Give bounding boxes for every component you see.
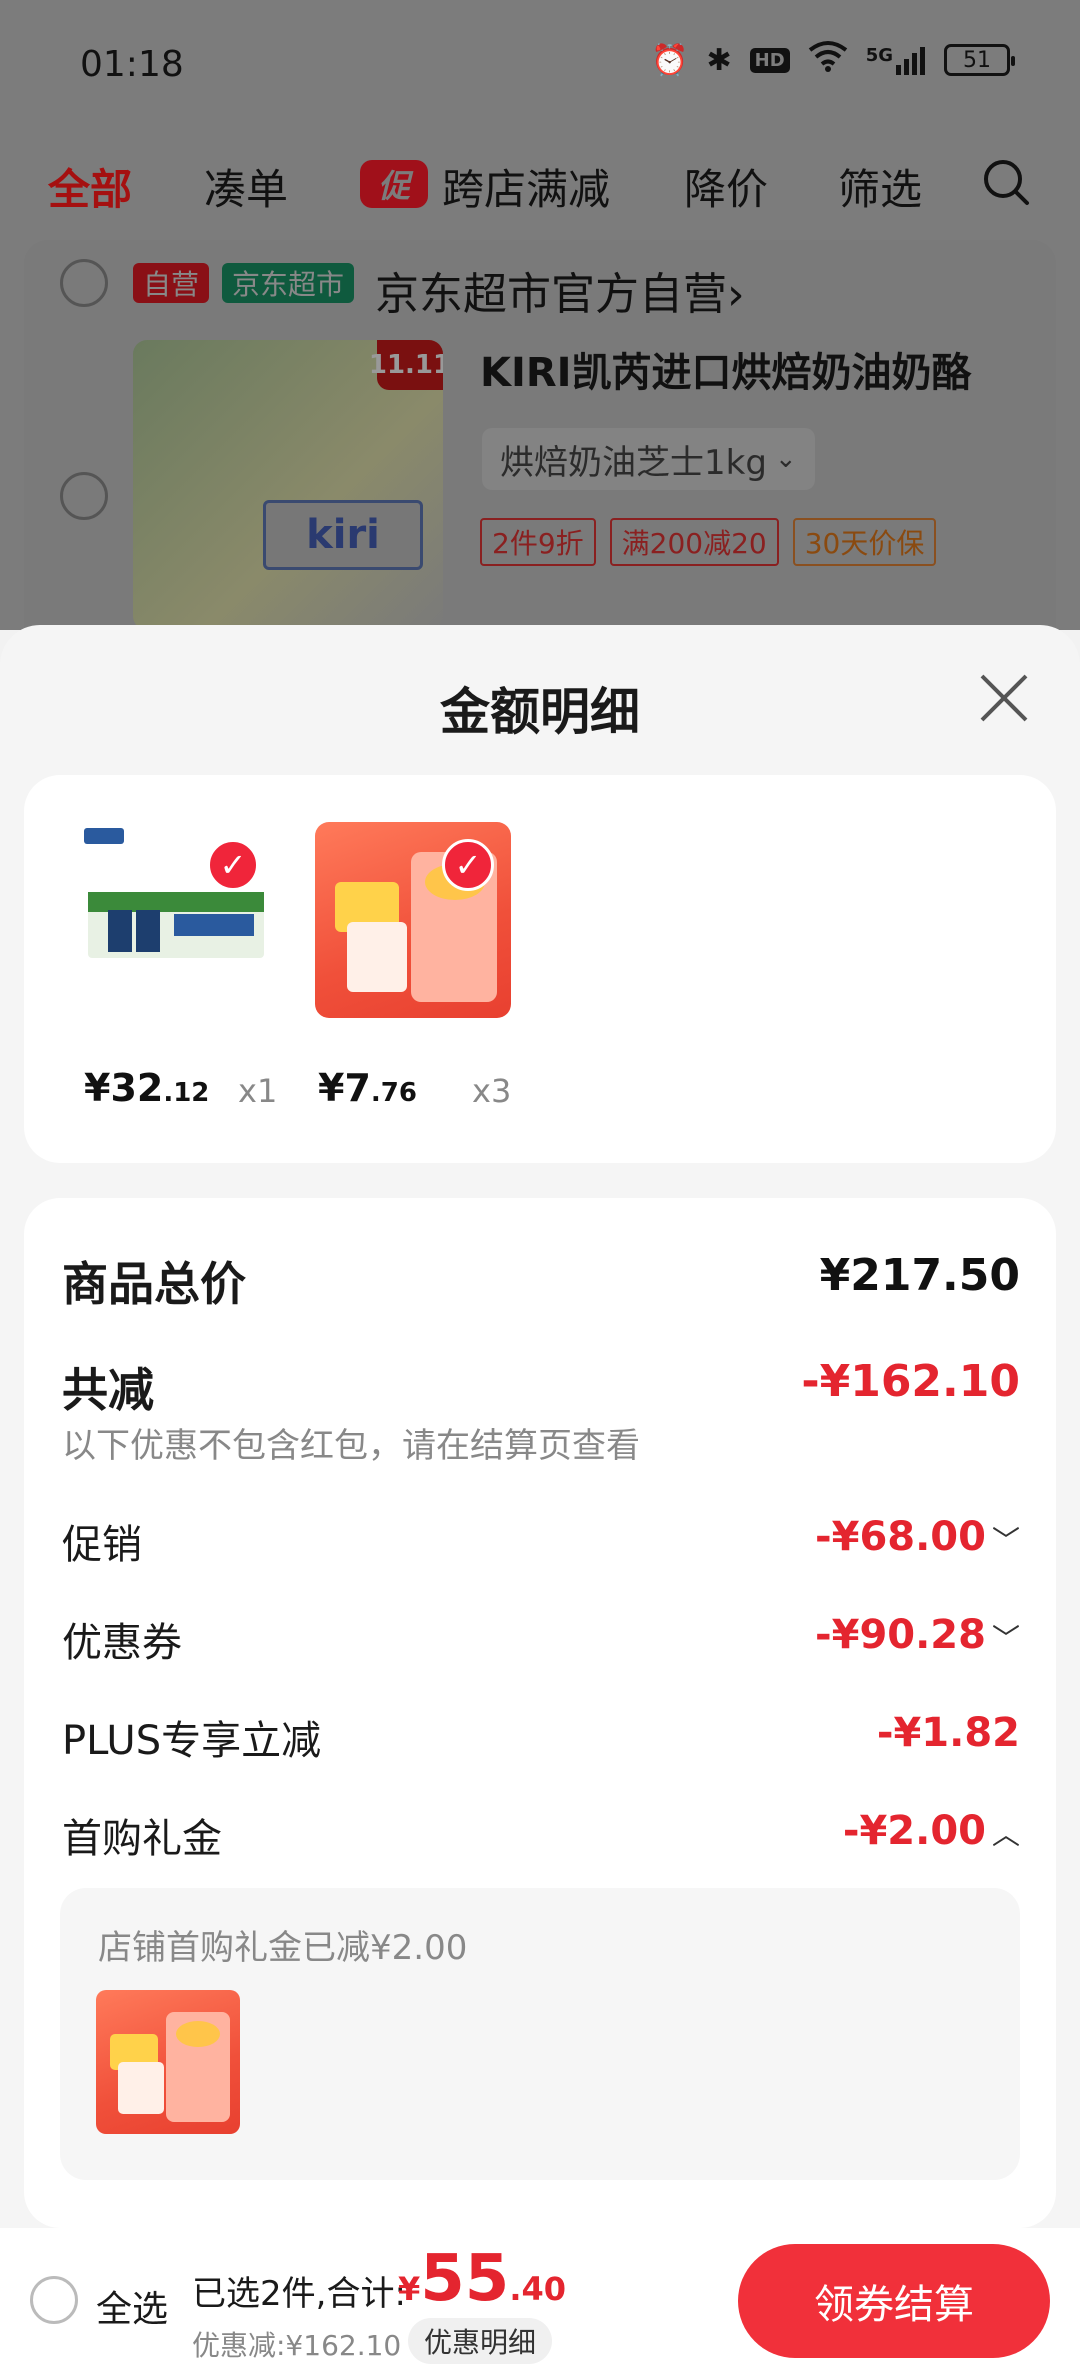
item-price-int: ¥7 [318,1066,371,1110]
discount-hint: 以下优惠不包含红包，请在结算页查看 [62,1426,640,1466]
discount-summary: 优惠减:¥162.10 [192,2329,402,2362]
tab-filter[interactable]: 筛选 [838,156,922,217]
tab-bundle[interactable]: 凑单 [204,156,288,217]
first-purchase-gift-label: 首购礼金 [62,1816,222,1862]
selected-count-text: 已选2件,合计: [192,2274,406,2314]
item-price-dec: .76 [370,1078,417,1108]
coupon-value[interactable]: -¥90.28 ﹀ [815,1612,1020,1658]
chevron-up-icon: ︿ [991,1818,1020,1851]
promotion-amount: -¥68.00 [815,1514,986,1560]
hd-icon: HD [749,47,790,73]
plus-discount-value: -¥1.82 [876,1710,1020,1756]
total-price-value: ¥217.50 [819,1250,1020,1301]
promo-tag: 30天价保 [792,518,937,566]
checkout-button[interactable]: 领券结算 [738,2244,1050,2358]
plus-discount-label: PLUS专享立减 [62,1718,322,1764]
select-all-label[interactable]: 全选 [96,2280,168,2332]
item-quantity: x1 [238,1072,278,1110]
status-icons: ⏰ ✱ HD 5G 51 [651,40,1015,80]
chevron-down-icon: ﹀ [991,1622,1020,1655]
product-spec-selector[interactable]: 烘焙奶油芝士1kg ⌄ [482,428,815,490]
wifi-icon [808,40,848,80]
signal-icon: 5G [866,45,926,75]
chevron-down-icon: ﹀ [991,1524,1020,1557]
promotion-label: 促销 [62,1522,142,1568]
first-purchase-gift-value[interactable]: -¥2.00 ︿ [843,1808,1020,1854]
promo-badge: 促 [360,160,428,208]
gift-detail-text: 店铺首购礼金已减¥2.00 [98,1928,468,1968]
coupon-label: 优惠券 [62,1620,182,1666]
discount-detail-button[interactable]: 优惠明细 [408,2318,553,2364]
tab-cross-store-discount[interactable]: 跨店满减 [442,156,610,217]
status-time: 01:18 [80,44,184,85]
item-price-int: ¥32 [84,1066,164,1110]
alarm-icon: ⏰ [651,42,689,78]
promo-tag: 2件9折 [480,518,596,566]
product-title[interactable]: KIRI凯芮进口烘焙奶油奶酪 [480,340,972,398]
store-name-text: 京东超市官方自营 [375,269,727,320]
sheet-title: 金额明细 [440,683,640,741]
double-eleven-badge: 11.11 [369,340,443,390]
jd-supermarket-tag: 京东超市 [222,263,355,303]
total-dec: .40 [509,2270,567,2308]
signal-label: 5G [865,45,893,66]
tab-price-drop[interactable]: 降价 [684,156,768,217]
store-name[interactable]: 京东超市官方自营› [375,258,745,322]
total-price-label: 商品总价 [62,1257,246,1311]
total-yen: ¥ [398,2270,421,2308]
bluetooth-icon: ✱ [706,42,732,78]
gift-product-thumbnail[interactable] [96,1990,240,2134]
search-icon[interactable] [982,158,1030,206]
total-reduction-value: -¥162.10 [801,1356,1020,1407]
coupon-amount: -¥90.28 [815,1612,986,1658]
chevron-right-icon: › [727,269,745,320]
product-promo-tags: 2件9折 满200减20 30天价保 [480,518,937,566]
product-image[interactable]: 11.11 kiri [133,340,443,630]
checkmark-icon: ✓ [442,839,494,891]
chevron-down-icon: ⌄ [774,444,797,474]
kiri-logo: kiri [263,500,423,570]
close-icon[interactable] [978,672,1030,724]
select-all-radio[interactable] [30,2276,78,2324]
self-operated-tag: 自营 [133,263,210,303]
item-price-dec: .12 [163,1078,210,1108]
item-price: ¥32.12 [84,1066,209,1110]
store-select-radio[interactable] [60,259,108,307]
item-quantity: x3 [472,1072,512,1110]
promo-tag: 满200减20 [609,518,779,566]
first-purchase-gift-amount: -¥2.00 [842,1808,986,1854]
total-amount: ¥55.40 [398,2242,566,2316]
product-select-radio[interactable] [60,472,108,520]
total-int: 55 [420,2242,510,2316]
promotion-value[interactable]: -¥68.00 ﹀ [815,1514,1020,1560]
status-bar: 01:18 ⏰ ✱ HD 5G 51 [0,0,1080,130]
product-spec-text: 烘焙奶油芝士1kg [500,442,767,483]
item-price: ¥7.76 [318,1066,417,1110]
battery-icon: 51 [944,44,1015,76]
tab-all[interactable]: 全部 [48,156,132,217]
total-reduction-label: 共减 [62,1363,154,1417]
checkmark-icon: ✓ [207,839,259,891]
